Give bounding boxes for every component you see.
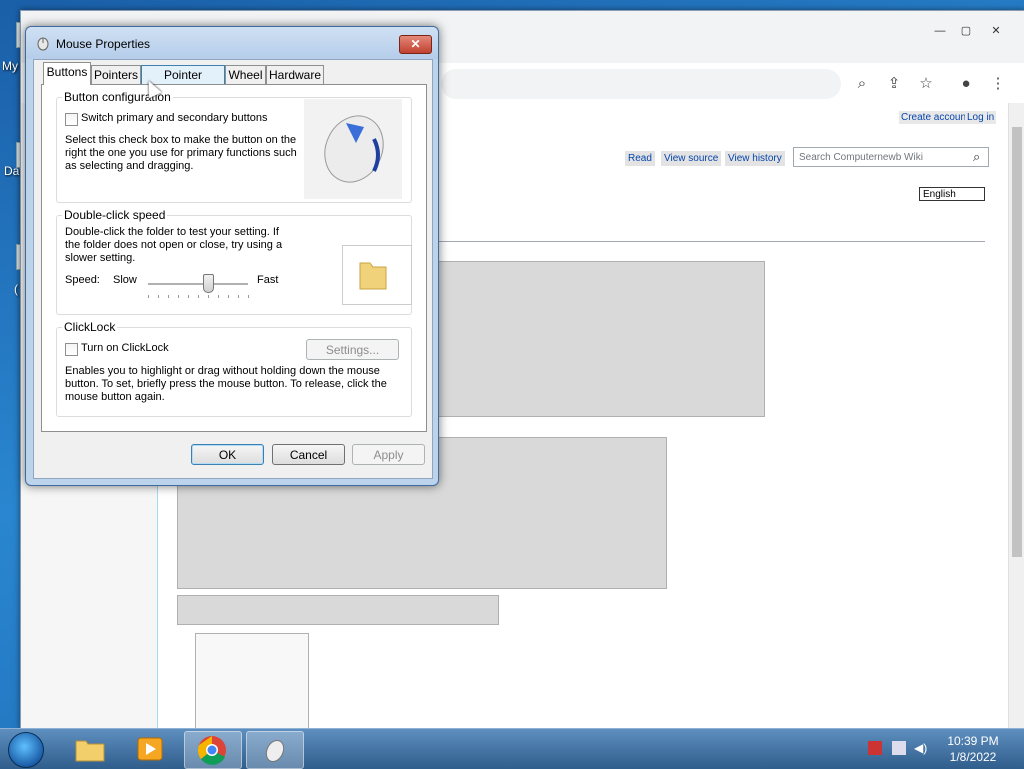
chrome-icon: [197, 736, 226, 765]
create-account-link[interactable]: Create account: [899, 111, 971, 124]
minimize-button[interactable]: —: [929, 23, 951, 39]
fast-label: Fast: [257, 274, 279, 286]
mouse-illustration-icon: [304, 99, 402, 199]
speed-slider[interactable]: [27, 203, 249, 298]
content-placeholder: [437, 261, 765, 417]
profile-icon[interactable]: ●: [955, 73, 977, 95]
scrollbar-thumb[interactable]: [1012, 127, 1022, 557]
tab-pointers[interactable]: Pointers: [91, 65, 141, 84]
volume-icon[interactable]: ◀): [914, 741, 928, 755]
test-folder-icon[interactable]: [342, 245, 412, 305]
group-heading: ClickLock: [62, 320, 118, 334]
slider-thumb[interactable]: [203, 274, 214, 293]
taskbar: ◀) 10:39 PM 1/8/2022: [0, 728, 1024, 769]
tab-read[interactable]: Read: [625, 151, 655, 166]
slow-label: Slow: [113, 274, 137, 286]
close-button[interactable]: ✕: [399, 35, 432, 54]
mouse-properties-dialog: Mouse Properties ✕ Buttons Pointers Poin…: [25, 26, 439, 486]
close-window-button[interactable]: ✕: [985, 23, 1007, 39]
slider-tick: [158, 295, 159, 298]
wiki-search-input[interactable]: Search Computernewb Wiki: [793, 147, 989, 167]
ok-button[interactable]: OK: [191, 444, 264, 465]
content-placeholder: [177, 595, 499, 625]
taskbar-explorer-button[interactable]: [62, 731, 118, 767]
slider-tick: [228, 295, 229, 298]
tab-wheel[interactable]: Wheel: [225, 65, 266, 84]
folder-icon: [75, 740, 105, 762]
mouse-icon: [265, 739, 285, 763]
tab-view-source[interactable]: View source: [661, 151, 722, 166]
network-icon[interactable]: [892, 741, 906, 755]
dialog-titlebar[interactable]: Mouse Properties ✕: [26, 27, 438, 59]
slider-tick: [208, 295, 209, 298]
checkbox-label[interactable]: Switch primary and secondary buttons: [81, 112, 267, 125]
tab-buttons[interactable]: Buttons: [43, 62, 91, 85]
clicklock-settings-button[interactable]: Settings...: [306, 339, 399, 360]
cancel-button[interactable]: Cancel: [272, 444, 345, 465]
maximize-button[interactable]: ▢: [955, 23, 977, 39]
slider-tick: [218, 295, 219, 298]
media-player-icon: [137, 737, 163, 761]
speed-label: Speed:: [65, 274, 100, 286]
bookmark-star-icon[interactable]: ☆: [915, 73, 937, 95]
content-divider: [437, 241, 985, 242]
slider-tick: [238, 295, 239, 298]
action-center-icon[interactable]: [868, 741, 882, 755]
clock-date: 1/8/2022: [949, 750, 997, 764]
taskbar-media-player-button[interactable]: [122, 731, 178, 767]
tab-view-history[interactable]: View history: [725, 151, 785, 166]
content-placeholder: [195, 633, 309, 735]
slider-tick: [148, 295, 149, 298]
search-icon[interactable]: ⌕: [973, 149, 980, 165]
slider-track[interactable]: [148, 283, 248, 286]
slider-tick: [248, 295, 249, 298]
checkbox-label[interactable]: Turn on ClickLock: [81, 342, 169, 355]
share-icon[interactable]: ⇪: [883, 73, 905, 95]
slider-tick: [168, 295, 169, 298]
page-scrollbar[interactable]: [1008, 103, 1024, 729]
dialog-title: Mouse Properties: [56, 37, 151, 51]
clock-time: 10:39 PM: [947, 734, 999, 748]
tab-hardware[interactable]: Hardware: [266, 65, 324, 84]
menu-icon[interactable]: ⋮: [987, 73, 1009, 95]
apply-button[interactable]: Apply: [352, 444, 425, 465]
desktop-icon-label: My: [2, 59, 18, 73]
taskbar-clock[interactable]: 10:39 PM 1/8/2022: [938, 733, 1008, 765]
tab-panel-buttons: Button configuration Switch primary and …: [41, 84, 427, 432]
start-button[interactable]: [8, 732, 44, 768]
address-bar[interactable]: [441, 69, 841, 99]
slider-tick: [178, 295, 179, 298]
taskbar-chrome-button[interactable]: [184, 731, 242, 769]
language-select[interactable]: English: [919, 187, 985, 201]
slider-tick: [198, 295, 199, 298]
taskbar-mouse-properties-button[interactable]: [246, 731, 304, 769]
clicklock-checkbox[interactable]: [65, 343, 78, 356]
dialog-body: Buttons Pointers Pointer Options Wheel H…: [33, 59, 433, 479]
double-click-description: Double-click the folder to test your set…: [65, 226, 283, 264]
log-in-link[interactable]: Log in: [965, 111, 997, 124]
switch-buttons-checkbox[interactable]: [65, 113, 78, 126]
clicklock-description: Enables you to highlight or drag without…: [65, 365, 387, 403]
group-heading: Double-click speed: [62, 208, 168, 222]
desktop-icon-label: (: [14, 282, 18, 296]
slider-tick: [188, 295, 189, 298]
mouse-icon: [37, 37, 49, 51]
button-config-description: Select this check box to make the button…: [65, 134, 297, 172]
zoom-icon[interactable]: ⌕: [851, 73, 873, 95]
